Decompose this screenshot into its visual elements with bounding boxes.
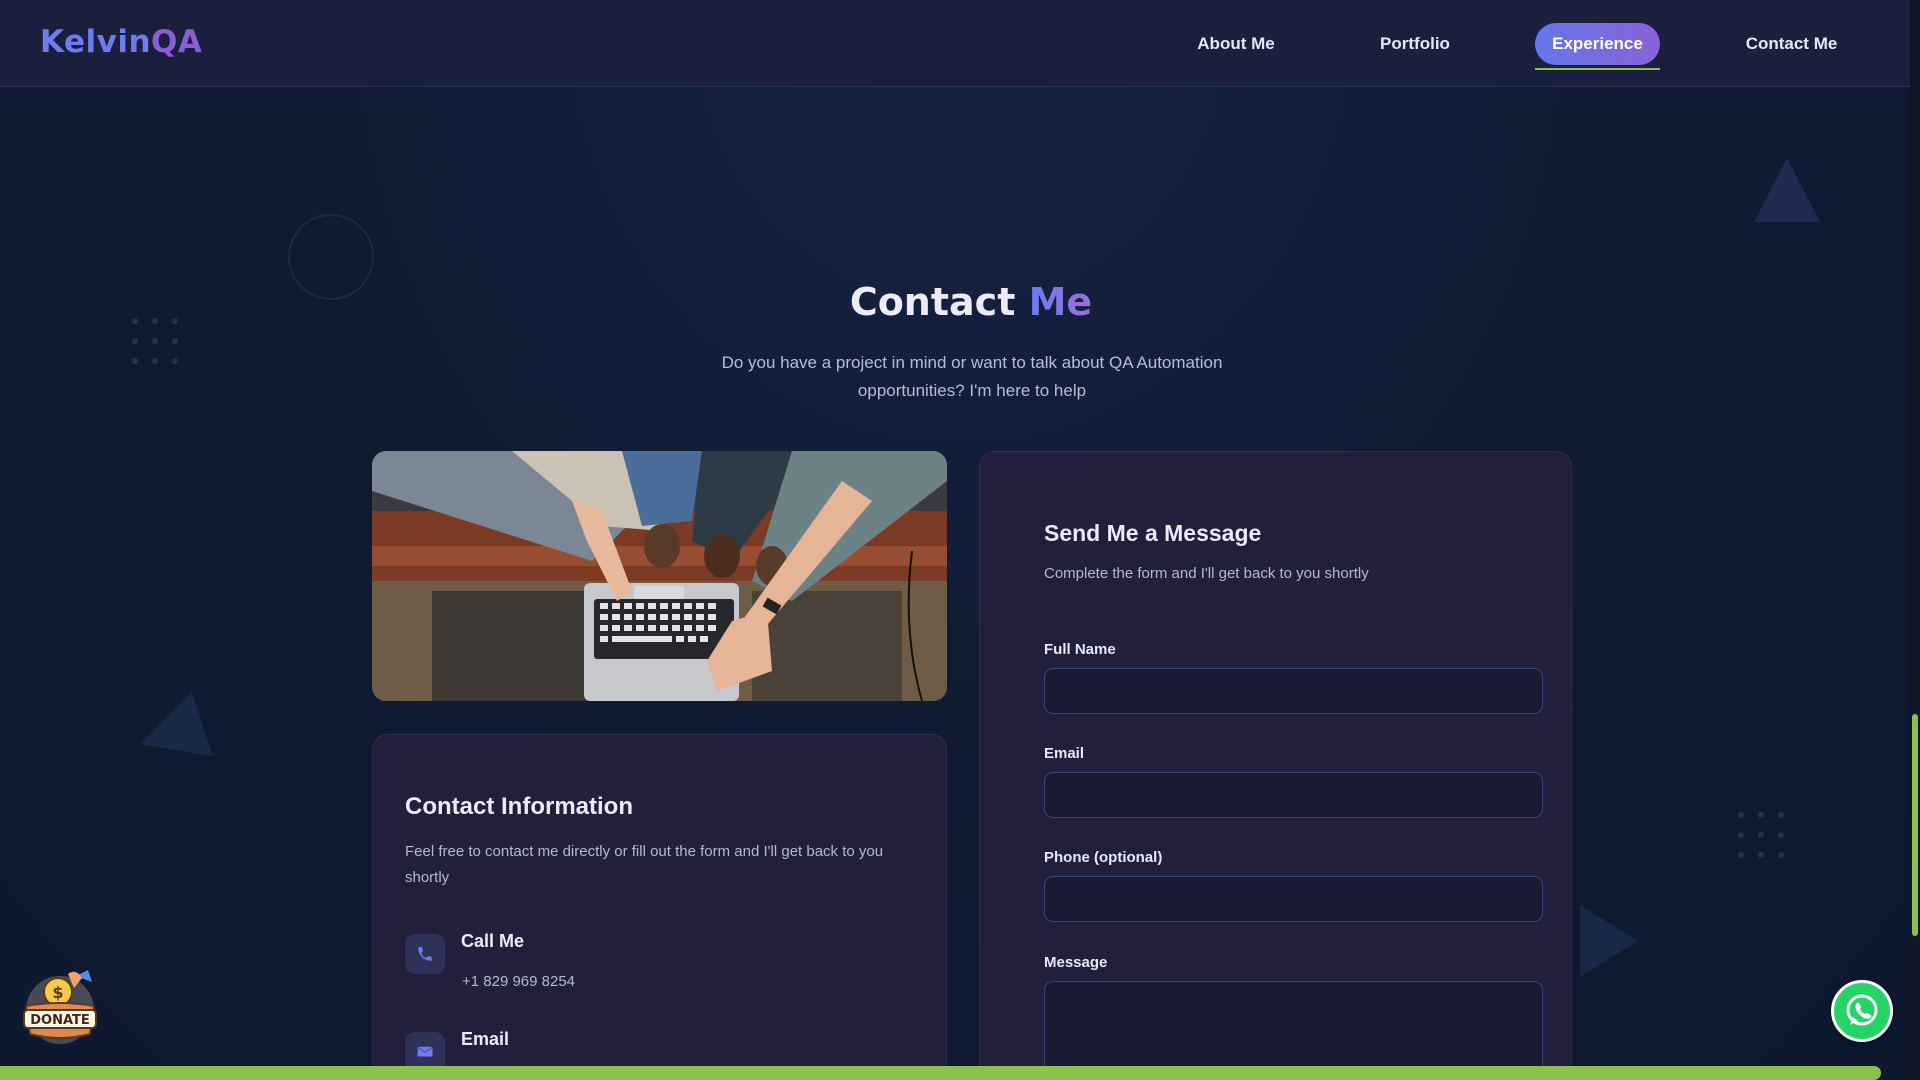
section-title-main: Contact: [849, 280, 1029, 324]
nav-experience-active[interactable]: Experience: [1535, 23, 1660, 70]
contact-item-label: Email: [461, 1029, 510, 1049]
decorative-triangle: [1580, 905, 1638, 977]
full-name-label: Full Name: [1044, 641, 1116, 658]
decorative-dots: [1738, 812, 1784, 858]
section-title-accent: Me: [1028, 280, 1093, 324]
contact-info-card: Contact Information Feel free to contact…: [372, 734, 947, 1080]
main-nav: About Me Portfolio Experience Contact Me: [0, 23, 1910, 70]
phone-label: Phone (optional): [1044, 849, 1163, 866]
section-title: Contact Me: [0, 280, 1920, 324]
donate-label: DONATE: [30, 1013, 90, 1028]
decorative-dots: [132, 318, 178, 364]
site-header: KelvinQA About Me Portfolio Experience C…: [0, 0, 1910, 87]
full-name-input[interactable]: [1044, 668, 1543, 714]
whatsapp-icon: [1846, 994, 1878, 1026]
email-label: Email: [1044, 745, 1085, 762]
contact-form-card: Send Me a Message Complete the form and …: [979, 451, 1572, 1080]
contact-item-label: Call Me: [461, 931, 525, 951]
phone-icon: [405, 934, 445, 974]
contact-item-value[interactable]: +1 829 969 8254: [462, 973, 575, 990]
form-subtitle: Complete the form and I'll get back to y…: [1044, 565, 1369, 582]
decorative-triangle: [1754, 158, 1820, 222]
contact-item-phone[interactable]: Call Me +1 829 969 8254: [405, 931, 925, 991]
contact-photo: [372, 451, 947, 701]
nav-about-me[interactable]: About Me: [1196, 23, 1276, 65]
svg-text:$: $: [52, 983, 63, 1002]
form-title: Send Me a Message: [1044, 520, 1262, 546]
nav-portfolio[interactable]: Portfolio: [1380, 23, 1450, 65]
whatsapp-button[interactable]: [1831, 980, 1893, 1042]
contact-info-description: Feel free to contact me directly or fill…: [405, 843, 884, 886]
scrollbar-thumb[interactable]: [1912, 714, 1918, 936]
section-subtitle: Do you have a project in mind or want to…: [721, 353, 1223, 400]
bottom-progress-bar: [0, 1066, 1881, 1080]
message-label: Message: [1044, 954, 1108, 971]
phone-input[interactable]: [1044, 876, 1543, 922]
email-input[interactable]: [1044, 772, 1543, 818]
donate-badge[interactable]: $ DONATE: [18, 962, 102, 1046]
nav-contact-me[interactable]: Contact Me: [1745, 23, 1838, 65]
contact-info-title: Contact Information: [405, 793, 633, 820]
